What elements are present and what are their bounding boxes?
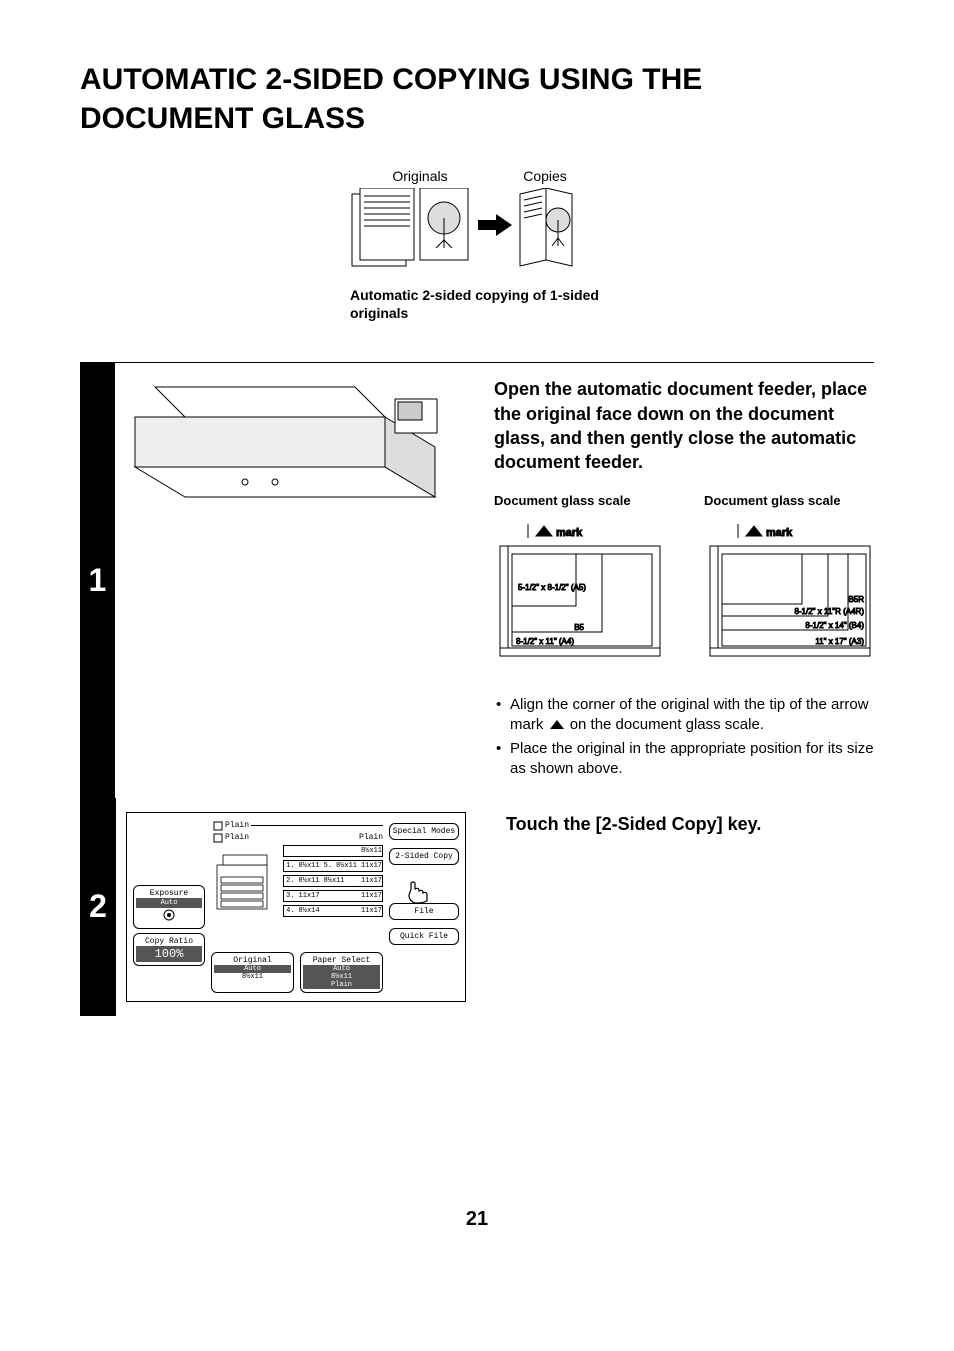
intro-figure: Originals Copies bbox=[350, 168, 610, 322]
tray-size: 11x17 bbox=[349, 877, 382, 885]
mark-label-2: mark bbox=[766, 527, 793, 539]
step-2-heading: Touch the [2-Sided Copy] key. bbox=[506, 812, 874, 836]
page-title: AUTOMATIC 2-SIDED COPYING USING THE DOCU… bbox=[80, 60, 874, 138]
exposure-auto: Auto bbox=[136, 898, 202, 908]
touchscreen-panel: Plain Plain Plain bbox=[126, 812, 466, 1002]
step-1: 1 Open the automatic docume bbox=[80, 363, 874, 797]
original-auto: Auto bbox=[214, 965, 291, 973]
glass-figure-right: Document glass scale mark bbox=[704, 493, 874, 669]
copier-illustration bbox=[125, 377, 455, 517]
tray-plain-label: Plain bbox=[225, 821, 249, 830]
size-b5: B5 bbox=[574, 623, 584, 632]
size-a3: 11" x 17" (A3) bbox=[815, 637, 864, 646]
originals-label: Originals bbox=[350, 168, 490, 184]
arrow-mark-icon bbox=[548, 719, 566, 731]
tray-plain-label-3: Plain bbox=[359, 833, 383, 842]
paper-select-label: Paper Select bbox=[303, 956, 380, 965]
glass-figure-left: Document glass scale mark bbox=[494, 493, 664, 669]
tray-size: 11x17 bbox=[361, 862, 382, 870]
copy-ratio-label: Copy Ratio bbox=[136, 937, 202, 946]
step-1-heading: Open the automatic document feeder, plac… bbox=[494, 377, 874, 474]
step-2-number: 2 bbox=[80, 798, 116, 1016]
original-size: 8½x11 bbox=[214, 973, 291, 981]
exposure-label: Exposure bbox=[136, 889, 202, 898]
intro-diagram-svg bbox=[350, 188, 590, 274]
pointing-hand-icon bbox=[405, 879, 431, 905]
tray-size: 8½x11 bbox=[299, 877, 320, 885]
original-button[interactable]: Original Auto 8½x11 bbox=[211, 952, 294, 993]
special-modes-button[interactable]: Special Modes bbox=[389, 823, 459, 840]
two-sided-copy-button[interactable]: 2-Sided Copy bbox=[389, 848, 459, 865]
tray-size: 11x17 bbox=[324, 907, 382, 915]
step-1-bullet-2: Place the original in the appropriate po… bbox=[494, 739, 874, 780]
bullet-text: on the document glass scale. bbox=[570, 716, 764, 733]
tray-size: 11x17 bbox=[324, 892, 382, 900]
tray-plain-label-2: Plain bbox=[225, 833, 249, 842]
copies-label: Copies bbox=[490, 168, 600, 184]
file-button[interactable]: File bbox=[389, 903, 459, 920]
tray-icon bbox=[213, 821, 223, 831]
glass-scale-label: Document glass scale bbox=[494, 493, 664, 508]
mini-copier-icon bbox=[213, 845, 279, 915]
size-a5: 5-1/2" x 8-1/2" (A5) bbox=[518, 583, 586, 592]
size-a4r: 8-1/2" x 11"R (A4R) bbox=[794, 607, 864, 616]
exposure-button[interactable]: Exposure Auto bbox=[133, 885, 205, 929]
tray-size: 8½x11 bbox=[324, 877, 345, 885]
step-1-bullet-1: Align the corner of the original with th… bbox=[494, 695, 874, 736]
glass-scale-label-2: Document glass scale bbox=[704, 493, 874, 508]
tray-icon bbox=[213, 833, 223, 843]
tray-size: 8½x14 bbox=[299, 907, 320, 915]
page-number: 21 bbox=[0, 1208, 954, 1231]
paper-select-button[interactable]: Paper Select Auto 8½x11 Plain bbox=[300, 952, 383, 993]
tray-size: 8½x11 bbox=[336, 862, 357, 870]
step-1-number: 1 bbox=[80, 363, 115, 797]
size-b5r: B5R bbox=[848, 595, 864, 604]
mark-label: mark bbox=[556, 527, 583, 539]
original-label: Original bbox=[214, 956, 291, 965]
size-b4: 8-1/2" x 14" (B4) bbox=[805, 621, 864, 630]
paper-auto: Auto bbox=[303, 965, 380, 973]
quick-file-button[interactable]: Quick File bbox=[389, 928, 459, 945]
paper-size: 8½x11 bbox=[303, 973, 380, 981]
exposure-dial-icon bbox=[162, 908, 176, 922]
tray-size: 8½x11 bbox=[299, 862, 320, 870]
size-a4: 8-1/2" x 11" (A4) bbox=[516, 637, 574, 646]
step-2: 2 Plain Plain Plain bbox=[80, 798, 874, 1016]
tray-size: 8½x11 bbox=[286, 847, 382, 855]
paper-type: Plain bbox=[303, 981, 380, 989]
intro-caption: Automatic 2-sided copying of 1-sided ori… bbox=[350, 286, 610, 322]
tray-size: 11x17 bbox=[299, 892, 320, 900]
